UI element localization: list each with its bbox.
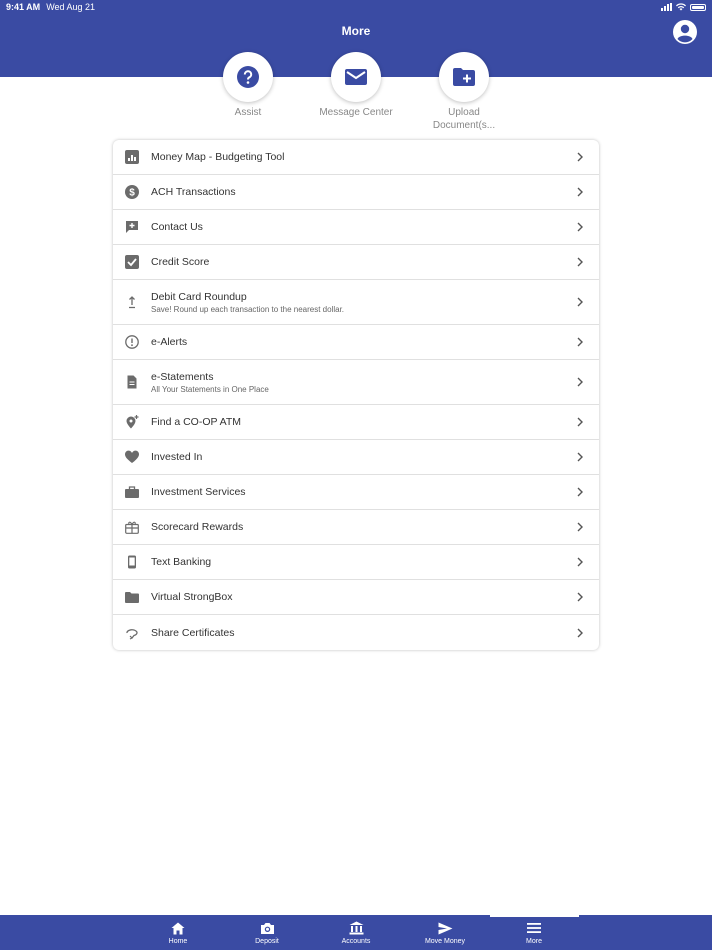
chart-icon (125, 150, 139, 164)
menu-item-contact-us[interactable]: Contact Us (113, 210, 599, 245)
chevron-right-icon (577, 297, 583, 307)
phone-icon (125, 555, 139, 569)
chevron-right-icon (577, 452, 583, 462)
assist-circle[interactable] (223, 52, 273, 102)
menu-item-description: Save! Round up each transaction to the n… (151, 304, 345, 314)
menu-item-text-banking[interactable]: Text Banking (113, 545, 599, 580)
briefcase-icon (125, 485, 139, 499)
tab-label: More (526, 938, 542, 945)
menu-item-label: Debit Card Roundup (151, 290, 247, 303)
alert-icon (125, 335, 139, 349)
menu-item-label: e-Alerts (151, 336, 188, 348)
chevron-right-icon (577, 337, 583, 347)
dollar-icon: $ (125, 185, 139, 199)
gift-icon (125, 520, 139, 534)
battery-icon (690, 3, 706, 11)
assist-button[interactable]: Assist (203, 52, 293, 119)
tab-label: Deposit (255, 938, 279, 945)
menu-item-label: Share Certificates (151, 626, 235, 639)
menu-item-e-alerts[interactable]: e-Alerts (113, 325, 599, 360)
chevron-right-icon (577, 257, 583, 267)
upload-documents-button[interactable]: Upload Document(s... (419, 52, 509, 132)
menu-item-label: Contact Us (151, 221, 203, 233)
menu-item-invested-in[interactable]: Invested In (113, 440, 599, 475)
tab-label: Home (168, 938, 188, 945)
chevron-right-icon (577, 628, 583, 637)
quick-action-label: Upload Document(s... (432, 107, 496, 131)
folder-icon (125, 590, 139, 604)
menu-item-money-map[interactable]: Money Map - Budgeting Tool (113, 140, 599, 175)
mail-icon (345, 69, 367, 85)
menu-item-credit-score[interactable]: Credit Score (113, 245, 599, 280)
chevron-right-icon (577, 152, 583, 162)
status-time: 9:41 AM (6, 2, 41, 12)
menu-item-ach-transactions[interactable]: $ ACH Transactions (113, 175, 599, 210)
folder-plus-icon (453, 68, 475, 86)
checkbox-icon (125, 255, 139, 269)
roundup-icon (125, 295, 139, 309)
menu-item-label: Investment Services (151, 486, 246, 498)
tab-more[interactable]: More (489, 915, 579, 950)
send-icon (438, 922, 452, 934)
menu-item-label: Scorecard Rewards (151, 521, 244, 533)
status-indicators (661, 3, 706, 11)
quick-action-label: Assist (234, 107, 262, 118)
tab-deposit[interactable]: Deposit (223, 915, 312, 950)
profile-icon[interactable] (672, 19, 698, 45)
message-center-circle[interactable] (331, 52, 381, 102)
help-icon (237, 66, 259, 88)
menu-item-label: Money Map - Budgeting Tool (151, 151, 285, 163)
chat-plus-icon (125, 220, 139, 234)
chevron-right-icon (577, 417, 583, 427)
menu-item-label: e-Statements (151, 370, 214, 383)
menu-item-label: Find a CO-OP ATM (151, 416, 242, 428)
message-center-button[interactable]: Message Center (311, 52, 401, 119)
menu-item-share-certificates[interactable]: Share Certificates (113, 615, 599, 650)
chevron-right-icon (577, 592, 583, 602)
heart-icon (125, 450, 139, 464)
more-menu-list: Money Map - Budgeting Tool $ ACH Transac… (113, 140, 599, 650)
chevron-right-icon (577, 522, 583, 532)
menu-item-scorecard-rewards[interactable]: Scorecard Rewards (113, 510, 599, 545)
upload-documents-circle[interactable] (439, 52, 489, 102)
home-icon (171, 922, 185, 934)
menu-item-description: All Your Statements in One Place (151, 384, 269, 394)
tab-label: Move Money (424, 938, 466, 945)
menu-item-e-statements[interactable]: e-Statements All Your Statements in One … (113, 360, 599, 405)
tab-accounts[interactable]: Accounts (312, 915, 401, 950)
document-icon (125, 375, 139, 389)
status-bar: 9:41 AM Wed Aug 21 (0, 0, 712, 14)
location-icon (125, 415, 139, 429)
menu-item-label: Text Banking (151, 556, 212, 568)
chevron-right-icon (577, 487, 583, 497)
menu-icon (527, 923, 541, 933)
tab-move-money[interactable]: Move Money (401, 915, 490, 950)
chevron-right-icon (577, 187, 583, 197)
menu-item-find-atm[interactable]: Find a CO-OP ATM (113, 405, 599, 440)
menu-item-debit-card-roundup[interactable]: Debit Card Roundup Save! Round up each t… (113, 280, 599, 325)
chevron-right-icon (577, 377, 583, 387)
menu-item-virtual-strongbox[interactable]: Virtual StrongBox (113, 580, 599, 615)
certificate-icon (125, 626, 139, 640)
svg-text:$: $ (129, 188, 135, 199)
bottom-tab-bar: Home Deposit Accounts Move Money More (0, 915, 712, 950)
signal-icon (661, 3, 672, 11)
page-title: More (341, 24, 371, 38)
menu-item-label: Credit Score (151, 256, 210, 268)
tab-label: Accounts (341, 938, 371, 945)
status-date: Wed Aug 21 (46, 2, 96, 12)
bank-icon (349, 921, 363, 935)
chevron-right-icon (577, 222, 583, 232)
menu-item-label: Virtual StrongBox (151, 591, 233, 603)
menu-item-label: Invested In (151, 451, 203, 463)
menu-item-label: ACH Transactions (151, 186, 236, 198)
camera-icon (260, 922, 274, 934)
chevron-right-icon (577, 557, 583, 567)
tab-home[interactable]: Home (134, 915, 223, 950)
quick-action-label: Message Center (319, 107, 393, 118)
menu-item-investment-services[interactable]: Investment Services (113, 475, 599, 510)
wifi-icon (676, 3, 686, 11)
